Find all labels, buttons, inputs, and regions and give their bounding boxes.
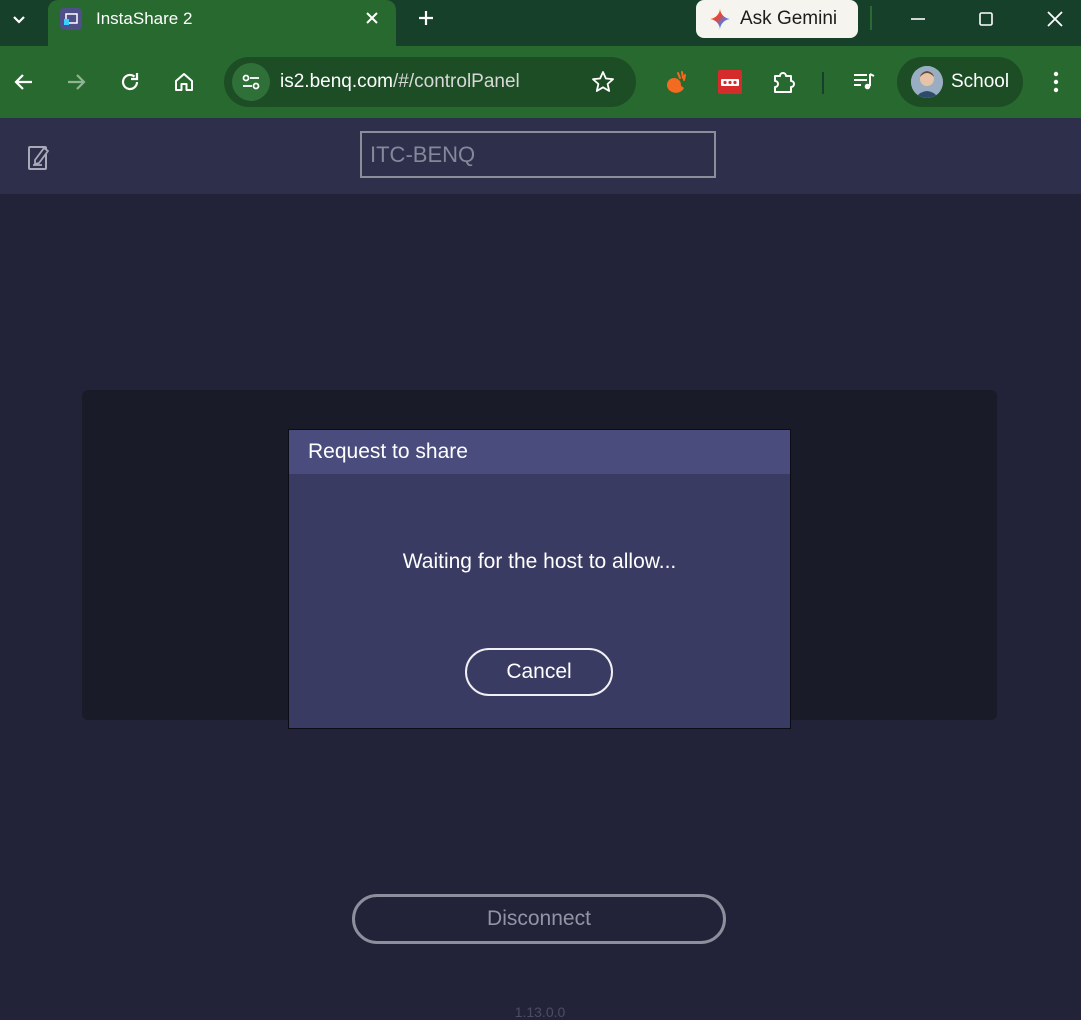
media-controls-icon (854, 73, 875, 90)
ask-gemini-button[interactable]: Ask Gemini (696, 0, 858, 38)
dialog-header: Request to share (289, 430, 790, 474)
extension-orange-button[interactable] (656, 62, 696, 102)
forward-button[interactable] (56, 62, 96, 102)
url-path: /#/controlPanel (393, 71, 520, 92)
url-host: is2.benq.com (280, 71, 394, 92)
site-info-icon (242, 74, 260, 90)
edit-room-button[interactable] (24, 140, 52, 172)
instashare-favicon (60, 8, 82, 30)
reload-icon (121, 73, 139, 91)
home-icon (175, 73, 193, 91)
toolbar-divider (822, 72, 824, 94)
extension-orange-icon (667, 71, 686, 93)
profile-button[interactable]: School (897, 57, 1023, 107)
more-menu-button[interactable] (1036, 62, 1076, 102)
app-header: ITC-BENQ (0, 118, 1081, 194)
back-icon (14, 74, 32, 90)
request-to-share-dialog: Request to share Waiting for the host to… (288, 429, 791, 729)
media-controls-button[interactable] (844, 62, 884, 102)
site-info-button[interactable] (232, 63, 270, 101)
minimize-button[interactable] (890, 0, 946, 38)
version-label: 1.13.0.0 (514, 1004, 566, 1020)
extensions-button[interactable] (764, 62, 804, 102)
home-button[interactable] (164, 62, 204, 102)
browser-tab-strip: InstaShare 2 Ask Gemini (0, 0, 1081, 46)
disconnect-button[interactable]: Disconnect (352, 894, 726, 944)
divider (870, 6, 872, 30)
maximize-button[interactable] (958, 0, 1014, 38)
close-window-icon (1047, 11, 1063, 27)
extension-red-button[interactable] (710, 62, 750, 102)
more-menu-icon (1053, 71, 1059, 93)
extension-red-icon (718, 70, 742, 94)
bookmark-star-icon (592, 71, 614, 92)
edit-icon (28, 146, 49, 170)
new-tab-button[interactable] (412, 4, 440, 32)
room-name-field[interactable]: ITC-BENQ (360, 131, 716, 178)
browser-toolbar: is2.benq.com/#/controlPanel School (0, 46, 1081, 118)
back-button[interactable] (4, 62, 44, 102)
maximize-icon (979, 12, 993, 26)
new-tab-icon (419, 11, 433, 25)
close-window-button[interactable] (1027, 0, 1081, 38)
ask-gemini-label: Ask Gemini (740, 8, 838, 29)
profile-label: School (951, 71, 1010, 92)
extensions-puzzle-icon (774, 72, 795, 93)
address-url[interactable]: is2.benq.com/#/controlPanel (280, 70, 520, 94)
gemini-icon (709, 8, 731, 30)
dialog-message: Waiting for the host to allow... (402, 550, 677, 573)
minimize-icon (911, 18, 925, 20)
dialog-title: Request to share (308, 440, 468, 463)
tab-instashare[interactable]: InstaShare 2 (48, 0, 396, 46)
close-icon (366, 12, 378, 24)
bookmark-button[interactable] (586, 65, 620, 99)
reload-button[interactable] (110, 62, 150, 102)
tab-search-button[interactable] (0, 0, 38, 38)
tab-search-icon (13, 16, 25, 24)
avatar (911, 66, 943, 98)
tab-title: InstaShare 2 (96, 9, 193, 28)
cancel-button[interactable]: Cancel (465, 648, 613, 696)
close-tab-button[interactable] (360, 6, 384, 30)
forward-icon (68, 74, 86, 90)
address-bar[interactable]: is2.benq.com/#/controlPanel (224, 57, 636, 107)
